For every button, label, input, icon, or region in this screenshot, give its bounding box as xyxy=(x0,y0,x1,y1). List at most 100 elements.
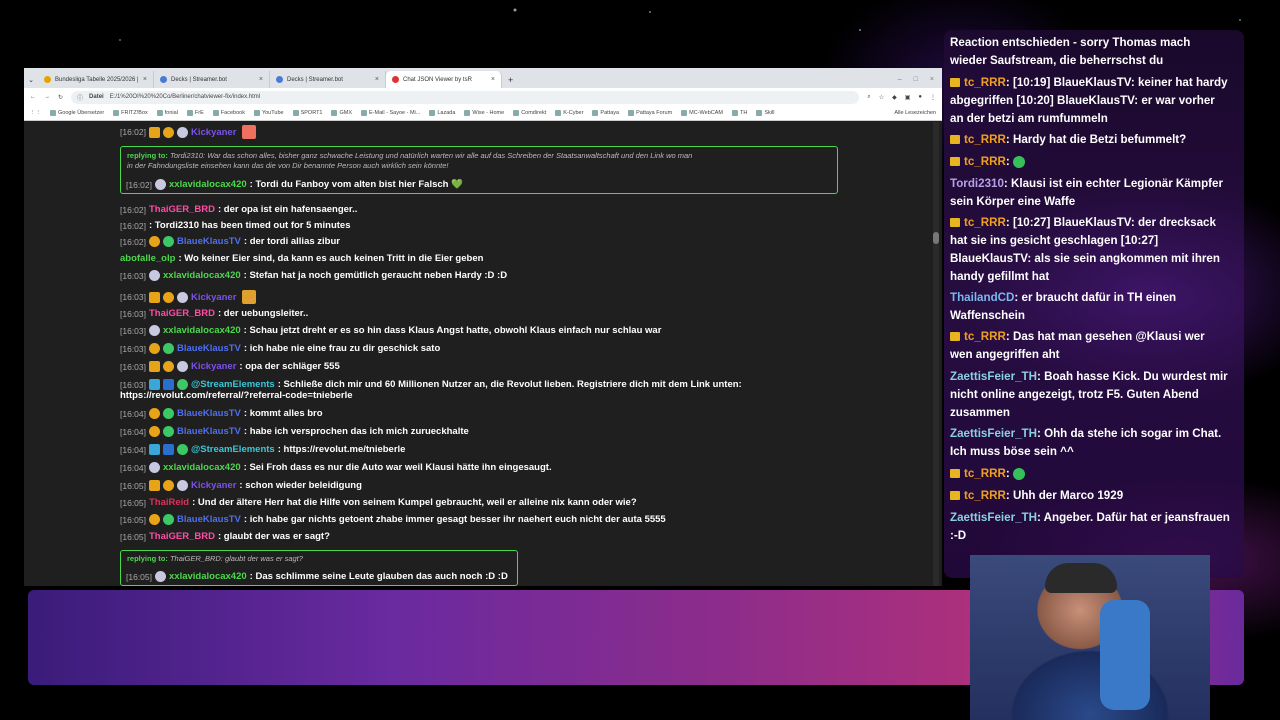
message-text: : der opa ist ein hafensaenger.. xyxy=(217,204,358,215)
username[interactable]: @StreamElements xyxy=(191,444,275,455)
bookmark-item[interactable]: fonial xyxy=(156,110,178,116)
message-text: : Das schlimme seine Leute glauben das a… xyxy=(249,571,508,582)
scrollbar[interactable] xyxy=(933,122,939,586)
chat-message: [16:04] xxlavidalocax420: Sei Froh dass e… xyxy=(120,462,552,473)
flag-badge-icon xyxy=(149,462,160,473)
close-icon[interactable]: × xyxy=(259,76,263,83)
timestamp: [16:03] xyxy=(120,379,146,390)
flag-badge-icon xyxy=(177,126,188,138)
bookmark-item[interactable]: Skill xyxy=(756,110,774,116)
stream-chat-message: Reaction entschieden - sorry Thomas mach… xyxy=(950,34,1230,70)
username: tc_RRR xyxy=(964,76,1006,89)
ver-badge-icon xyxy=(163,343,174,354)
star-icon[interactable]: ☆ xyxy=(879,94,884,101)
bookmark-item[interactable]: YouTube xyxy=(253,110,284,116)
timestamp: [16:02] xyxy=(120,220,146,231)
username: tc_RRR xyxy=(964,330,1006,343)
bookmark-item[interactable]: K-Cyber xyxy=(555,110,583,116)
username[interactable]: Kickyaner xyxy=(191,292,236,303)
username[interactable]: xxlavidalocax420 xyxy=(163,270,241,281)
username[interactable]: xxlavidalocax420 xyxy=(163,462,241,473)
tab-decks-2[interactable]: Decks | Streamer.bot × xyxy=(270,71,386,88)
tab-chat-viewer[interactable]: Chat JSON Viewer by tsR × xyxy=(386,71,502,88)
back-icon[interactable]: ← xyxy=(30,94,36,100)
username[interactable]: @StreamElements xyxy=(191,379,275,390)
close-icon[interactable]: × xyxy=(143,76,147,83)
extension-icon[interactable]: ▣ xyxy=(905,94,911,101)
maximize-icon[interactable]: □ xyxy=(914,76,918,83)
tab-decks-1[interactable]: Decks | Streamer.bot × xyxy=(154,71,270,88)
bookmark-item[interactable]: MC-WebCAM xyxy=(681,110,723,116)
username: tc_RRR xyxy=(964,133,1006,146)
timestamp: [16:03] xyxy=(120,325,146,336)
username[interactable]: Kickyaner xyxy=(191,361,236,372)
chat-message: [16:02] Kickyaner xyxy=(120,125,257,139)
bookmark-item[interactable]: Pattaya Forum xyxy=(628,110,672,116)
new-tab-button[interactable]: + xyxy=(502,71,519,88)
timestamp: [16:02] xyxy=(120,204,146,215)
message-text: : schon wieder beleidigung xyxy=(239,480,362,491)
username[interactable]: Kickyaner xyxy=(191,480,236,491)
username: ZaettisFeier_TH xyxy=(950,427,1037,440)
username: ZaettisFeier_TH xyxy=(950,370,1037,383)
timestamp: [16:04] xyxy=(120,444,146,455)
emote-icon xyxy=(1012,155,1025,168)
chat-message: [16:03] Kickyaner: opa der schläger 555 xyxy=(120,361,340,372)
message-text: : ich habe gar nichts getoent zhabe imme… xyxy=(243,514,666,525)
username[interactable]: xxlavidalocax420 xyxy=(169,571,247,582)
bookmark-item[interactable]: Comdirekt xyxy=(513,110,546,116)
username[interactable]: BlaueKlausTV xyxy=(177,343,241,354)
username[interactable]: BlaueKlausTV xyxy=(177,514,241,525)
chat-message: [16:05] BlaueKlausTV: ich habe gar nichts… xyxy=(120,514,666,525)
apps-icon[interactable]: ⋮⋮ xyxy=(30,110,41,116)
bookmark-item[interactable]: Lazada xyxy=(429,110,455,116)
extension-icon[interactable]: ◆ xyxy=(892,94,897,101)
streamerbot-icon xyxy=(160,76,167,83)
bookmark-item[interactable]: E-Mail - Sayoe - Mi... xyxy=(361,110,420,116)
minimize-icon[interactable]: – xyxy=(898,76,902,83)
bookmark-item[interactable]: TH xyxy=(731,110,747,116)
username[interactable]: xxlavidalocax420 xyxy=(169,179,247,190)
scrollbar-thumb[interactable] xyxy=(933,232,939,244)
username[interactable]: BlaueKlausTV xyxy=(177,426,241,437)
tab-list-icon[interactable]: ⌄ xyxy=(24,71,38,88)
zoom-icon[interactable]: ⌕ xyxy=(867,94,870,101)
bookmark-item[interactable]: Wise - Home xyxy=(464,110,504,116)
username[interactable]: ThaiGER_BRD xyxy=(149,531,215,542)
timestamp: [16:03] xyxy=(120,292,146,302)
tab-bar: ⌄ Bundesliga Tabelle 2025/2026 | × Decks … xyxy=(24,68,942,88)
username[interactable]: xxlavidalocax420 xyxy=(163,325,241,336)
menu-icon[interactable]: ⋮ xyxy=(930,94,936,101)
bookmark-item[interactable]: Facebook xyxy=(212,110,245,116)
bookmark-item[interactable]: Pattaya xyxy=(592,110,619,116)
bookmark-item[interactable]: GMX xyxy=(331,110,352,116)
username[interactable]: abofalle_olp xyxy=(120,253,175,264)
bookmark-item[interactable]: SPORT1 xyxy=(292,110,322,116)
all-bookmarks[interactable]: Alle Lesezeichen xyxy=(894,110,936,116)
chat-message: [16:04] @StreamElements: https://revolut.… xyxy=(120,444,405,455)
reload-icon[interactable]: ↻ xyxy=(58,94,63,101)
message-text: : der tordi allias zibur xyxy=(243,236,340,247)
username[interactable]: ThaiReid xyxy=(149,497,189,508)
close-icon[interactable]: × xyxy=(375,76,379,83)
username[interactable]: BlaueKlausTV xyxy=(177,236,241,247)
username[interactable]: Kickyaner xyxy=(191,127,236,138)
bookmark-item[interactable]: FRITZ!Box xyxy=(113,110,148,116)
message-text: : Schau jetzt dreht er es so hin dass Kl… xyxy=(243,325,662,336)
url-field[interactable]: ⓘ Datei E:/1%20OI%20%20Co/Berliner/chatv… xyxy=(71,90,860,104)
chat-message: [16:04] BlaueKlausTV: kommt alles bro xyxy=(120,408,323,419)
emote-icon xyxy=(242,125,257,139)
bookmark-item[interactable]: FrE xyxy=(186,110,204,116)
forward-icon[interactable]: → xyxy=(44,94,50,100)
bookmark-item[interactable]: Google Übersetzer xyxy=(50,110,104,116)
close-icon[interactable]: × xyxy=(491,76,495,83)
chat-message: [16:03] xxlavidalocax420: Schau jetzt dre… xyxy=(120,325,661,336)
username[interactable]: BlaueKlausTV xyxy=(177,408,241,419)
username[interactable]: ThaiGER_BRD xyxy=(149,308,215,319)
profile-icon[interactable]: ● xyxy=(918,94,922,100)
username: tc_RRR xyxy=(964,216,1006,229)
username[interactable]: ThaiGER_BRD xyxy=(149,204,215,215)
close-window-icon[interactable]: × xyxy=(930,76,934,83)
sub-badge-icon xyxy=(163,126,174,138)
tab-bundesliga[interactable]: Bundesliga Tabelle 2025/2026 | × xyxy=(38,71,154,88)
